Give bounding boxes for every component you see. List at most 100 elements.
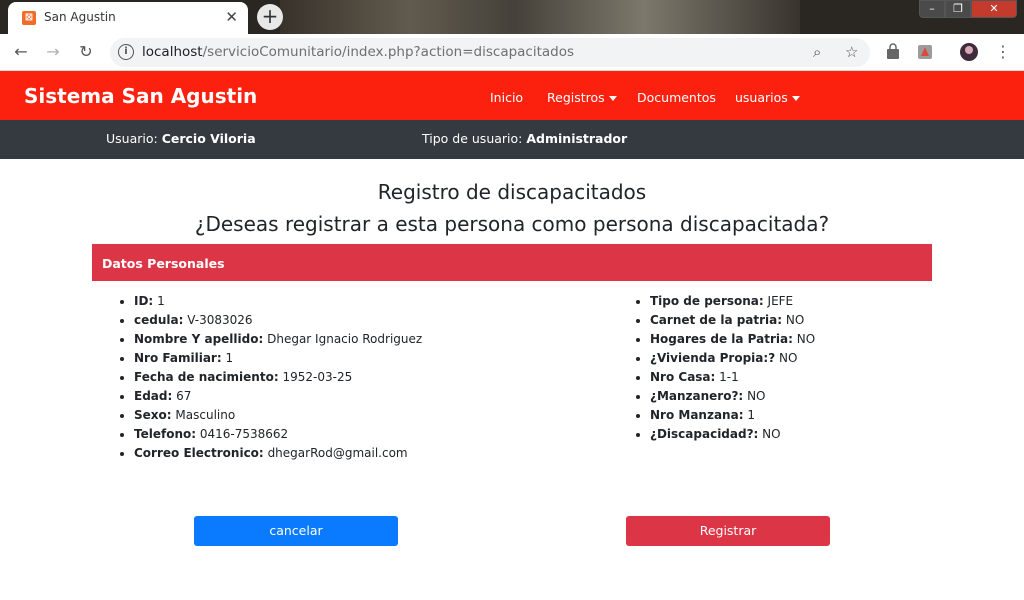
user-name: Cercio Viloria xyxy=(161,131,256,146)
pdf-extension-icon[interactable] xyxy=(916,43,934,61)
nav-registros-label: Registros xyxy=(547,90,605,105)
field-label: ¿Manzanero?: xyxy=(650,389,744,403)
personal-data-list-left: ID: 1cedula: V-3083026Nombre Y apellido:… xyxy=(116,292,422,463)
field-label: Nro Manzana: xyxy=(650,408,744,422)
field-value: 1 xyxy=(747,408,755,422)
field-value: Masculino xyxy=(175,408,236,422)
nav-inicio[interactable]: Inicio xyxy=(490,90,523,105)
card-header: Datos Personales xyxy=(92,244,932,281)
field-value: NO xyxy=(785,313,805,327)
list-item: Hogares de la Patria: NO xyxy=(650,330,815,349)
address-bar[interactable]: i localhost/servicioComunitario/index.ph… xyxy=(110,38,870,67)
forward-arrow-icon[interactable]: → xyxy=(42,41,64,63)
browser-tab[interactable]: ⊠ San Agustin ✕ xyxy=(8,2,248,34)
list-item: ID: 1 xyxy=(134,292,422,311)
url-host: localhost xyxy=(142,44,203,60)
maximize-button[interactable]: ❐ xyxy=(945,0,971,18)
field-value: 1-1 xyxy=(719,370,739,384)
close-tab-icon[interactable]: ✕ xyxy=(225,8,238,26)
field-value: 1 xyxy=(157,294,165,308)
close-window-button[interactable]: ✕ xyxy=(971,0,1017,18)
user-label: Usuario: xyxy=(106,131,158,146)
list-item: Nro Manzana: 1 xyxy=(650,406,815,425)
field-label: ¿Discapacidad?: xyxy=(650,427,759,441)
zoom-icon[interactable]: ⌕ xyxy=(813,43,821,61)
field-label: Carnet de la patria: xyxy=(650,313,783,327)
profile-avatar[interactable] xyxy=(960,43,978,61)
field-label: Tipo de persona: xyxy=(650,294,764,308)
menu-dots-icon[interactable]: ⋮ xyxy=(992,41,1014,63)
list-item: Sexo: Masculino xyxy=(134,406,422,425)
field-label: Hogares de la Patria: xyxy=(650,332,793,346)
reload-icon[interactable]: ↻ xyxy=(75,41,97,63)
field-label: ¿Vivienda Propia:? xyxy=(650,351,776,365)
field-value: Dhegar Ignacio Rodriguez xyxy=(267,332,423,346)
list-item: Nombre Y apellido: Dhegar Ignacio Rodrig… xyxy=(134,330,422,349)
list-item: Nro Familiar: 1 xyxy=(134,349,422,368)
register-button[interactable]: Registrar xyxy=(626,516,830,546)
list-item: cedula: V-3083026 xyxy=(134,311,422,330)
list-item: Telefono: 0416-7538662 xyxy=(134,425,422,444)
list-item: Correo Electronico: dhegarRod@gmail.com xyxy=(134,444,422,463)
nav-usuarios[interactable]: usuarios xyxy=(735,90,800,105)
field-value: NO xyxy=(762,427,781,441)
xampp-favicon-icon: ⊠ xyxy=(22,11,36,25)
url-text[interactable]: localhost/servicioComunitario/index.php?… xyxy=(142,44,574,60)
field-label: Edad: xyxy=(134,389,173,403)
info-icon[interactable]: i xyxy=(118,44,134,60)
tab-title: San Agustin xyxy=(44,10,116,24)
field-value: 67 xyxy=(176,389,192,403)
user-type-value: Administrador xyxy=(526,131,628,146)
field-value: NO xyxy=(778,351,798,365)
cancel-button[interactable]: cancelar xyxy=(194,516,398,546)
field-value: 1 xyxy=(225,351,234,365)
field-value: 1952-03-25 xyxy=(282,370,353,384)
field-label: Nro Familiar: xyxy=(134,351,222,365)
field-value: NO xyxy=(796,332,816,346)
user-info-bar: Usuario: Cercio Viloria Tipo de usuario:… xyxy=(0,120,1024,159)
user-type-label: Tipo de usuario: xyxy=(422,131,523,146)
list-item: ¿Discapacidad?: NO xyxy=(650,425,815,444)
field-label: cedula: xyxy=(134,313,184,327)
nav-registros[interactable]: Registros xyxy=(547,90,617,105)
field-value: 0416-7538662 xyxy=(199,427,289,441)
field-value: V-3083026 xyxy=(187,313,253,327)
personal-data-list-right: Tipo de persona: JEFECarnet de la patria… xyxy=(632,292,815,444)
field-label: ID: xyxy=(134,294,154,308)
url-path: /servicioComunitario/index.php?action=di… xyxy=(202,44,575,60)
app-navbar: Sistema San Agustin Inicio Registros Doc… xyxy=(0,71,1024,120)
nav-usuarios-label: usuarios xyxy=(735,90,788,105)
field-label: Sexo: xyxy=(134,408,172,422)
field-label: Nombre Y apellido: xyxy=(134,332,264,346)
current-user: Usuario: Cercio Viloria xyxy=(106,131,256,146)
extension-bag-icon[interactable] xyxy=(884,43,902,61)
field-value: JEFE xyxy=(767,294,794,308)
back-arrow-icon[interactable]: ← xyxy=(10,41,32,63)
caret-down-icon xyxy=(608,96,617,101)
page-subtitle: ¿Deseas registrar a esta persona como pe… xyxy=(194,212,830,236)
field-value: NO xyxy=(747,389,766,403)
list-item: Carnet de la patria: NO xyxy=(650,311,815,330)
browser-tabstrip: ⊠ San Agustin ✕ + – ❐ ✕ xyxy=(0,0,1024,34)
bookmark-star-icon[interactable]: ☆ xyxy=(845,43,858,61)
user-type: Tipo de usuario: Administrador xyxy=(422,131,627,146)
tabstrip-background xyxy=(280,0,800,34)
list-item: Edad: 67 xyxy=(134,387,422,406)
field-label: Nro Casa: xyxy=(650,370,716,384)
list-item: ¿Vivienda Propia:? NO xyxy=(650,349,815,368)
caret-down-icon xyxy=(791,96,800,101)
list-item: Nro Casa: 1-1 xyxy=(650,368,815,387)
field-label: Telefono: xyxy=(134,427,197,441)
brand-title[interactable]: Sistema San Agustin xyxy=(24,84,257,108)
list-item: Tipo de persona: JEFE xyxy=(650,292,815,311)
field-value: dhegarRod@gmail.com xyxy=(267,446,408,460)
new-tab-button[interactable]: + xyxy=(257,4,283,30)
field-label: Correo Electronico: xyxy=(134,446,264,460)
list-item: ¿Manzanero?: NO xyxy=(650,387,815,406)
nav-documentos[interactable]: Documentos xyxy=(637,90,716,105)
field-label: Fecha de nacimiento: xyxy=(134,370,279,384)
list-item: Fecha de nacimiento: 1952-03-25 xyxy=(134,368,422,387)
browser-toolbar: ← → ↻ i localhost/servicioComunitario/in… xyxy=(0,34,1024,71)
page-title: Registro de discapacitados xyxy=(377,180,647,204)
minimize-button[interactable]: – xyxy=(919,0,945,18)
